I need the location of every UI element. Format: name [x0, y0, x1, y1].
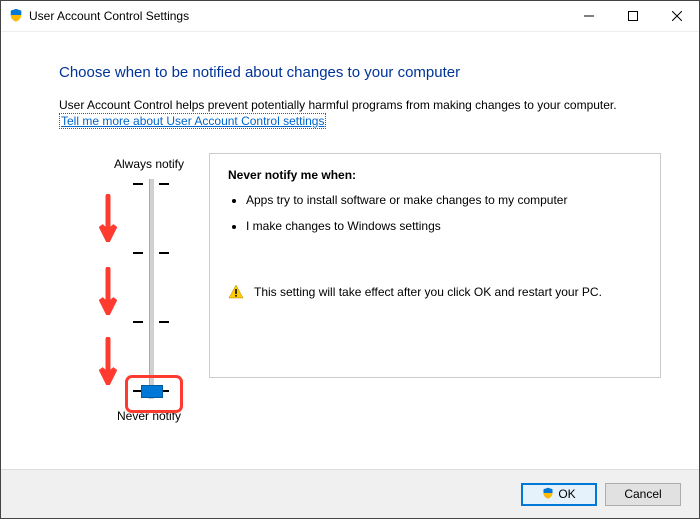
help-link[interactable]: Tell me more about User Account Control …: [59, 113, 326, 129]
ok-button[interactable]: OK: [521, 483, 597, 506]
body-area: Always notify: [59, 153, 661, 423]
shield-icon: [9, 8, 23, 25]
warning-text: This setting will take effect after you …: [254, 284, 602, 300]
footer: OK Cancel: [1, 469, 699, 518]
content-area: Choose when to be notified about changes…: [1, 32, 699, 423]
annotation-highlight: [125, 375, 183, 413]
window-controls: [567, 1, 699, 31]
window-title: User Account Control Settings: [9, 8, 567, 25]
slider-tick: [133, 252, 169, 254]
cancel-button[interactable]: Cancel: [605, 483, 681, 506]
shield-icon: [542, 487, 554, 502]
window-title-text: User Account Control Settings: [29, 9, 189, 23]
maximize-button[interactable]: [611, 1, 655, 31]
slider-top-label: Always notify: [109, 157, 189, 171]
slider-tick: [133, 321, 169, 323]
uac-settings-window: User Account Control Settings Choose whe…: [0, 0, 700, 519]
slider-track-area: [139, 179, 209, 399]
page-heading: Choose when to be notified about changes…: [59, 64, 661, 81]
intro-line: User Account Control helps prevent poten…: [59, 98, 617, 112]
description-column: Never notify me when: Apps try to instal…: [209, 153, 661, 378]
slider-column: Always notify: [59, 153, 209, 423]
slider-track[interactable]: [149, 179, 155, 399]
annotation-arrow-icon: [99, 337, 117, 385]
ok-button-label: OK: [558, 487, 575, 501]
warning-row: This setting will take effect after you …: [228, 284, 642, 304]
slider-tick: [133, 183, 169, 185]
cancel-button-label: Cancel: [624, 487, 661, 501]
annotation-arrow-icon: [99, 194, 117, 242]
panel-title: Never notify me when:: [228, 168, 642, 182]
warning-icon: [228, 284, 244, 304]
list-item: Apps try to install software or make cha…: [246, 192, 642, 208]
close-button[interactable]: [655, 1, 699, 31]
description-panel: Never notify me when: Apps try to instal…: [209, 153, 661, 378]
panel-list: Apps try to install software or make cha…: [246, 192, 642, 233]
titlebar: User Account Control Settings: [1, 1, 699, 32]
minimize-button[interactable]: [567, 1, 611, 31]
annotation-arrow-icon: [99, 267, 117, 315]
intro-text: User Account Control helps prevent poten…: [59, 97, 661, 129]
list-item: I make changes to Windows settings: [246, 218, 642, 234]
